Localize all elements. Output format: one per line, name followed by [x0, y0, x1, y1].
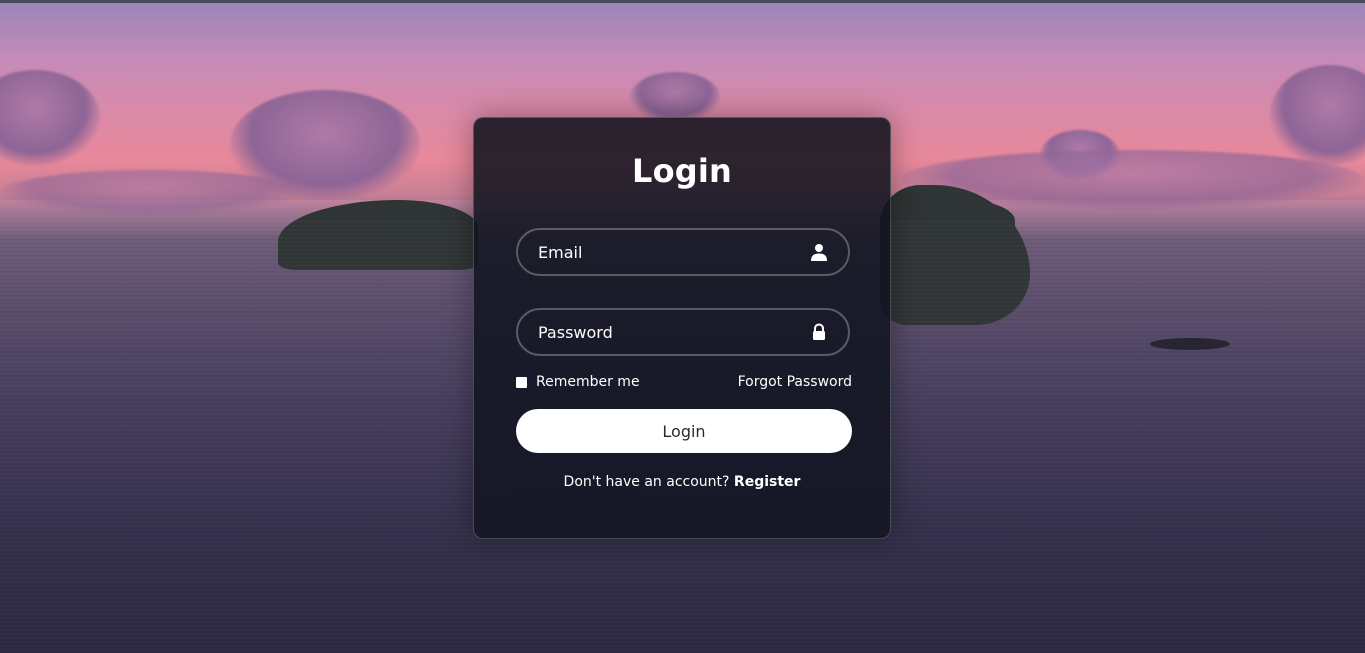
lock-icon	[813, 323, 825, 340]
email-input[interactable]	[518, 230, 848, 274]
register-link[interactable]: Register	[734, 474, 801, 490]
remember-me-label: Remember me	[536, 374, 640, 390]
cloud-center	[630, 72, 720, 122]
forgot-password-link[interactable]: Forgot Password	[738, 374, 852, 390]
email-field-wrapper	[516, 228, 850, 276]
login-button[interactable]: Login	[516, 409, 852, 453]
login-card: Login Remember me Forgot Password Login	[473, 117, 891, 539]
login-title: Login	[631, 152, 733, 190]
login-page: Login Remember me Forgot Password Login	[0, 0, 1365, 653]
register-prompt: Don't have an account?	[563, 474, 734, 490]
remember-me-checkbox[interactable]	[516, 376, 527, 388]
cloud-band-left	[0, 170, 300, 215]
password-input[interactable]	[518, 310, 848, 354]
register-line: Don't have an account? Register	[474, 474, 890, 490]
password-field-wrapper	[516, 308, 850, 356]
login-options: Remember me Forgot Password	[516, 374, 852, 392]
cloud-left	[0, 70, 100, 165]
user-icon	[811, 244, 827, 261]
remember-me[interactable]: Remember me	[516, 374, 640, 390]
sea-rock	[1150, 338, 1230, 350]
cloud-right	[1270, 65, 1365, 165]
